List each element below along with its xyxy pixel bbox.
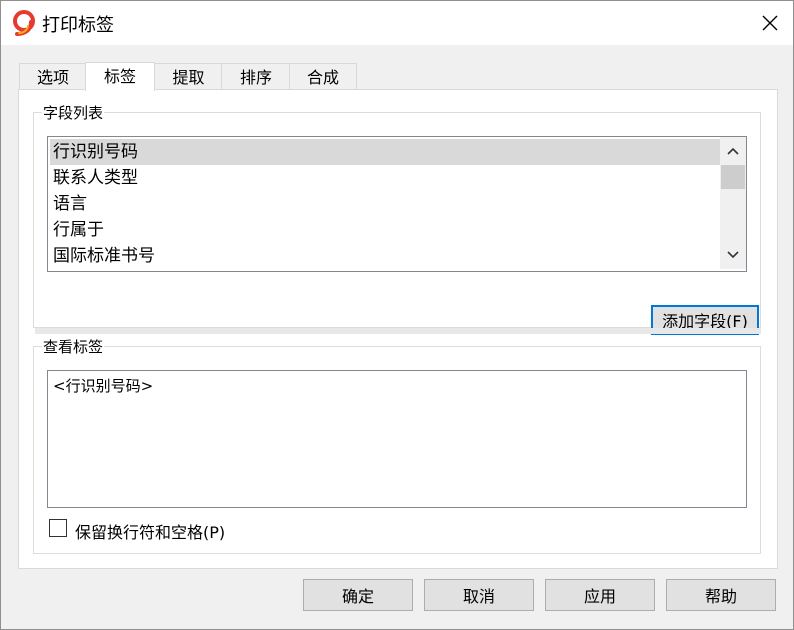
tab-options[interactable]: 选项: [19, 63, 87, 90]
label-tab-panel: 字段列表 行识别号码 联系人类型 语言 行属于 国际标准书号 添加字段(F) 查…: [18, 89, 778, 569]
field-list-group-label: 字段列表: [42, 102, 105, 123]
view-label-group: 查看标签 <行识别号码> 保留换行符和空格(P): [33, 336, 761, 554]
close-icon: [762, 15, 778, 31]
preserve-whitespace-checkbox[interactable]: [49, 519, 67, 537]
apply-button[interactable]: 应用: [545, 579, 655, 611]
label-preview-textarea[interactable]: <行识别号码>: [47, 370, 747, 508]
help-button[interactable]: 帮助: [666, 579, 776, 611]
tab-merge[interactable]: 合成: [289, 63, 357, 90]
chevron-up-icon: [727, 147, 739, 155]
tab-extract[interactable]: 提取: [154, 63, 223, 90]
close-button[interactable]: [747, 1, 793, 45]
scroll-thumb[interactable]: [721, 165, 745, 189]
title-bar: 打印标签: [1, 1, 793, 45]
tab-label-label: 标签: [103, 67, 136, 86]
preserve-whitespace-label[interactable]: 保留换行符和空格(P): [75, 519, 225, 543]
list-item[interactable]: 语言: [50, 191, 723, 217]
tab-sort-label: 排序: [239, 68, 272, 87]
scroll-up-button[interactable]: [720, 138, 746, 164]
tab-options-label: 选项: [36, 68, 69, 87]
tab-label[interactable]: 标签: [85, 62, 155, 91]
list-item[interactable]: 行识别号码: [50, 139, 723, 165]
app-logo-icon: [13, 10, 35, 36]
list-item[interactable]: 联系人类型: [50, 165, 723, 191]
tab-merge-label: 合成: [306, 68, 339, 87]
window-title: 打印标签: [42, 15, 114, 36]
cancel-button[interactable]: 取消: [424, 579, 534, 611]
field-list-group: 字段列表 行识别号码 联系人类型 语言 行属于 国际标准书号 添加字段(F): [33, 102, 761, 335]
view-label-group-label: 查看标签: [42, 336, 105, 357]
field-listbox[interactable]: 行识别号码 联系人类型 语言 行属于 国际标准书号: [47, 136, 747, 272]
splitter[interactable]: [35, 328, 761, 334]
ok-button[interactable]: 确定: [303, 579, 413, 611]
list-item[interactable]: 行属于: [50, 217, 723, 243]
list-item[interactable]: 国际标准书号: [50, 243, 723, 269]
field-list-scrollbar[interactable]: [720, 137, 746, 269]
print-label-dialog: 打印标签 选项 标签 提取 排序 合成 字段列表 行识别号码 联系人类型 语言 …: [0, 0, 794, 630]
tab-sort[interactable]: 排序: [221, 63, 291, 90]
tab-extract-label: 提取: [172, 68, 205, 87]
chevron-down-icon: [727, 251, 739, 259]
scroll-down-button[interactable]: [720, 242, 746, 268]
